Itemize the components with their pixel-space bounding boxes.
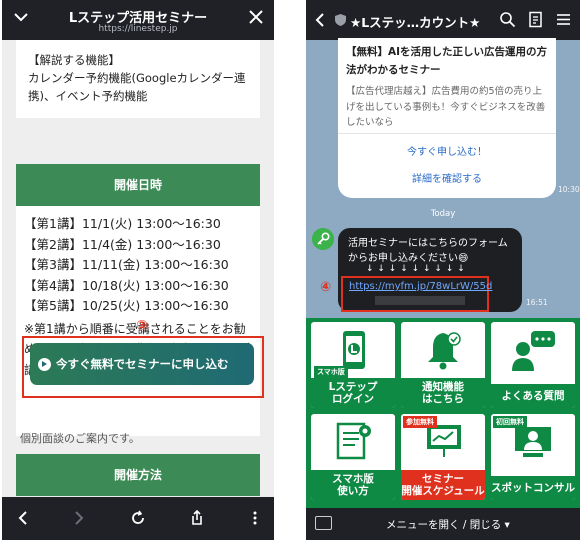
tile-label: スマホ版 使い方 bbox=[311, 470, 395, 500]
screenshot-root: Lステップ活用セミナー https://linestep.jp 【解説する機能】… bbox=[0, 0, 580, 540]
chat-bubbles-icon bbox=[512, 331, 555, 371]
back-icon[interactable] bbox=[315, 12, 325, 28]
browser-phone: Lステップ活用セミナー https://linestep.jp 【解説する機能】… bbox=[2, 0, 274, 540]
chat-area[interactable]: 【無料】AIを活用した正しい広告運用の方法がわかるセミナー 【広告代理店越え】広… bbox=[306, 38, 580, 318]
notes-icon[interactable] bbox=[527, 11, 544, 28]
back-icon[interactable] bbox=[14, 509, 32, 527]
rich-menu-login-tile[interactable]: スマホ版 Lステップ ログイン bbox=[311, 322, 395, 408]
keyboard-icon[interactable] bbox=[315, 516, 332, 530]
tile-tag: 初回無料 bbox=[493, 416, 527, 428]
rich-menu-consult-tile[interactable]: 初回無料 スポットコンサル bbox=[491, 414, 575, 500]
tile-label: セミナー 開催スケジュール bbox=[401, 470, 485, 500]
message-time: 10:30 bbox=[558, 185, 580, 194]
apply-seminar-button[interactable]: 今すぐ無料でセミナーに申し込む bbox=[30, 343, 254, 385]
schedule-item: 【第4講】10/18(火) 13:00〜16:30 bbox=[24, 277, 229, 293]
features-heading: 【解説する機能】 bbox=[28, 53, 120, 67]
forward-icon[interactable] bbox=[70, 509, 88, 527]
shield-icon bbox=[335, 14, 346, 26]
redacted-link-part bbox=[375, 296, 465, 305]
tile-label: スポットコンサル bbox=[491, 476, 575, 500]
apply-now-link[interactable]: 今すぐ申し込む！ bbox=[338, 143, 556, 158]
features-card: 【解説する機能】 カレンダー予約機能(Googleカレンダー連携)、イベント予約… bbox=[16, 40, 260, 118]
message-time: 16:51 bbox=[526, 298, 548, 307]
tile-tag: 参加無料 bbox=[403, 416, 437, 428]
schedule-heading: 開催日時 bbox=[16, 164, 260, 206]
form-link[interactable]: https://myfm.jp/78wLrW/55d bbox=[349, 280, 492, 294]
annotation-number-4: ④ bbox=[320, 280, 332, 295]
account-avatar[interactable] bbox=[312, 228, 334, 250]
line-chat-phone: ★Lステッ…カウント★ 【無料】AIを活用した正しい広告運用の方法がわかるセミナ… bbox=[306, 0, 580, 540]
method-heading: 開催方法 bbox=[16, 454, 260, 496]
features-text: カレンダー予約機能(Googleカレンダー連携)、イベント予約機能 bbox=[28, 71, 246, 103]
tile-label: Lステップ ログイン bbox=[311, 378, 395, 408]
apply-seminar-label: 今すぐ無料でセミナーに申し込む bbox=[56, 357, 229, 371]
more-options-icon[interactable] bbox=[246, 509, 264, 527]
rich-menu: スマホ版 Lステップ ログイン 通知機能 はこちら よくある質問 スマホ版 使い… bbox=[306, 318, 580, 508]
tile-tag: スマホ版 bbox=[314, 366, 348, 378]
rich-menu-notification-tile[interactable]: 通知機能 はこちら bbox=[401, 322, 485, 408]
card-divider bbox=[338, 133, 556, 134]
chat-title: ★Lステッ…カウント★ bbox=[350, 15, 481, 30]
schedule-item: 【第3講】11/11(金) 13:00〜16:30 bbox=[24, 257, 229, 272]
page-content[interactable]: 【解説する機能】 カレンダー予約機能(Googleカレンダー連携)、イベント予約… bbox=[2, 40, 274, 497]
rich-menu-faq-tile[interactable]: よくある質問 bbox=[491, 322, 575, 408]
schedule-item: 【第2講】11/4(金) 13:00〜16:30 bbox=[24, 236, 221, 252]
page-url: https://linestep.jp bbox=[98, 24, 178, 34]
seminar-card-message: 【無料】AIを活用した正しい広告運用の方法がわかるセミナー 【広告代理店越え】広… bbox=[338, 38, 556, 198]
rich-menu-guide-tile[interactable]: スマホ版 使い方 bbox=[311, 414, 395, 500]
form-message-text: 活用セミナーにはこちらのフォームからお申し込みください😄 bbox=[348, 238, 508, 264]
down-arrows: ↓ ↓ ↓ ↓ ↓ ↓ ↓ ↓ ↓ bbox=[366, 264, 466, 274]
link-highlight-box: https://myfm.jp/78wLrW/55d bbox=[341, 276, 492, 312]
menu-icon[interactable] bbox=[555, 11, 572, 28]
chat-header: ★Lステッ…カウント★ bbox=[306, 0, 580, 40]
document-gear-icon bbox=[336, 422, 371, 460]
close-icon[interactable] bbox=[248, 9, 264, 25]
card-title: 【無料】AIを活用した正しい広告運用の方法がわかるセミナー bbox=[346, 46, 548, 76]
chat-bottom-bar: メニューを開く / 閉じる ▾ bbox=[306, 508, 580, 540]
bell-icon bbox=[428, 332, 461, 370]
annotation-number-3: ③ bbox=[136, 318, 148, 334]
browser-toolbar bbox=[2, 497, 274, 540]
tile-label: 通知機能 はこちら bbox=[401, 378, 485, 408]
reload-icon[interactable] bbox=[129, 509, 147, 527]
date-divider: Today bbox=[430, 209, 456, 219]
share-icon[interactable] bbox=[188, 509, 206, 527]
search-icon[interactable] bbox=[499, 11, 516, 28]
tile-label: よくある質問 bbox=[491, 384, 575, 408]
schedule-item: 【第5講】10/25(火) 13:00〜16:30 bbox=[24, 298, 229, 313]
details-link[interactable]: 詳細を確認する bbox=[338, 170, 556, 185]
arrow-right-circle-icon bbox=[38, 357, 51, 371]
partial-text: 個別面談のご案内です。 bbox=[20, 432, 140, 445]
card-description: 【広告代理店越え】広告費用の約5倍の売り上げを出している事例も！今すぐビジネスを… bbox=[346, 86, 546, 128]
menu-toggle-button[interactable]: メニューを開く / 閉じる ▾ bbox=[386, 517, 510, 532]
rich-menu-schedule-tile[interactable]: 参加無料 セミナー 開催スケジュール bbox=[401, 414, 485, 500]
header-actions bbox=[499, 11, 572, 28]
browser-header: Lステップ活用セミナー https://linestep.jp bbox=[2, 0, 274, 40]
cta-highlight-box: 今すぐ無料でセミナーに申し込む bbox=[22, 336, 264, 398]
schedule-item: 【第1講】11/1(火) 13:00〜16:30 bbox=[24, 216, 221, 231]
